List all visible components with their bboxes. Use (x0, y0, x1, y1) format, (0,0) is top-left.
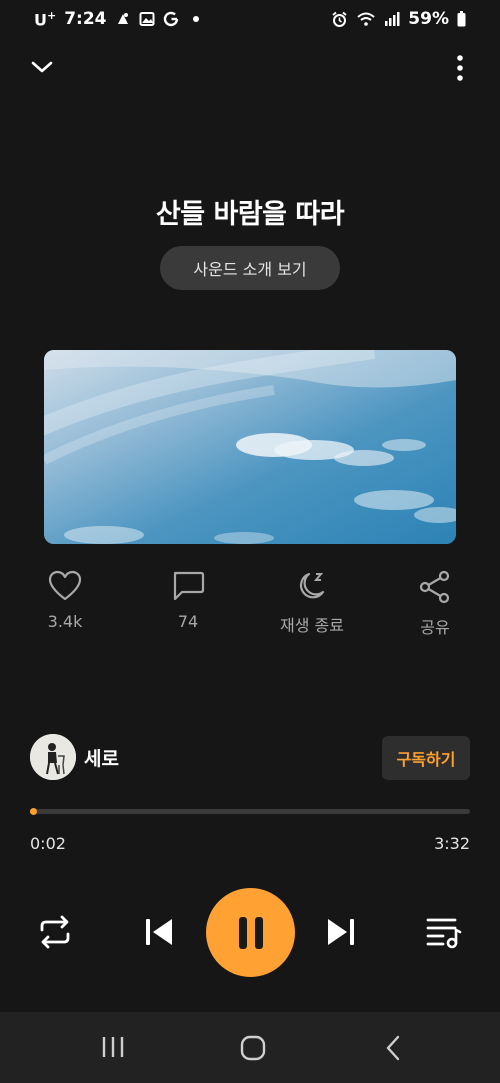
like-count: 3.4k (47, 612, 83, 631)
carrier: U+ (34, 8, 57, 30)
comment-count: 74 (177, 612, 199, 631)
google-icon (163, 11, 179, 27)
sky-clouds-illustration (44, 350, 456, 544)
share-action[interactable]: 공유 (380, 570, 490, 638)
avatar (30, 734, 76, 780)
artist-row[interactable]: 세로 (30, 734, 119, 780)
notification-dot-icon (192, 15, 199, 22)
gallery-icon (139, 11, 155, 27)
home-button[interactable] (239, 1034, 267, 1062)
comment-icon (173, 571, 205, 601)
track-title: 산들 바람을 따라 (155, 199, 345, 230)
system-nav-bar (0, 1012, 500, 1083)
sleep-timer-icon (299, 572, 325, 599)
back-button[interactable] (381, 1034, 407, 1062)
status-bar: U+ 7:24 59% (0, 0, 500, 38)
like-action[interactable]: 3.4k (10, 570, 120, 631)
person-sitting-icon (30, 734, 76, 780)
action-row: 3.4k 74 재생 종료 공유 (0, 570, 500, 650)
heart-icon (48, 570, 82, 601)
sleep-timer-label: 재생 종료 (280, 616, 344, 635)
battery-icon (457, 11, 466, 27)
player-top-bar (0, 52, 500, 84)
back-icon (386, 1035, 400, 1061)
notification-app-icon (115, 11, 131, 27)
artist-name: 세로 (84, 747, 119, 770)
wifi-icon (356, 11, 376, 27)
battery-percent: 59% (408, 9, 449, 29)
alarm-icon (331, 11, 348, 28)
chevron-down-icon[interactable] (29, 54, 55, 80)
pause-icon (238, 916, 263, 949)
recent-apps-button[interactable] (100, 1034, 126, 1060)
playlist-icon (426, 918, 462, 949)
skip-next-icon (328, 919, 354, 945)
more-vertical-icon[interactable] (450, 54, 470, 82)
comment-action[interactable]: 74 (133, 570, 243, 631)
share-label: 공유 (420, 618, 450, 637)
signal-icon (384, 12, 400, 26)
status-left: U+ 7:24 (34, 9, 199, 29)
pause-button[interactable] (206, 888, 295, 977)
status-right: 59% (331, 9, 466, 29)
current-time: 0:02 (30, 834, 66, 853)
cover-image (44, 350, 456, 544)
progress-thumb[interactable] (30, 808, 37, 815)
playlist-button[interactable] (425, 914, 463, 950)
next-button[interactable] (325, 916, 357, 948)
status-time: 7:24 (64, 8, 107, 29)
repeat-icon (40, 915, 70, 949)
previous-button[interactable] (143, 916, 175, 948)
sound-intro-button[interactable]: 사운드 소개 보기 (160, 246, 340, 290)
home-icon (240, 1035, 266, 1061)
sleep-timer-action[interactable]: 재생 종료 (257, 570, 367, 636)
total-time: 3:32 (434, 834, 470, 853)
progress-bar[interactable] (30, 808, 470, 815)
share-icon (419, 570, 450, 604)
playback-controls (0, 888, 500, 978)
subscribe-button[interactable]: 구독하기 (382, 736, 470, 780)
skip-previous-icon (146, 919, 172, 945)
recent-apps-icon (102, 1037, 124, 1057)
repeat-button[interactable] (36, 914, 74, 950)
